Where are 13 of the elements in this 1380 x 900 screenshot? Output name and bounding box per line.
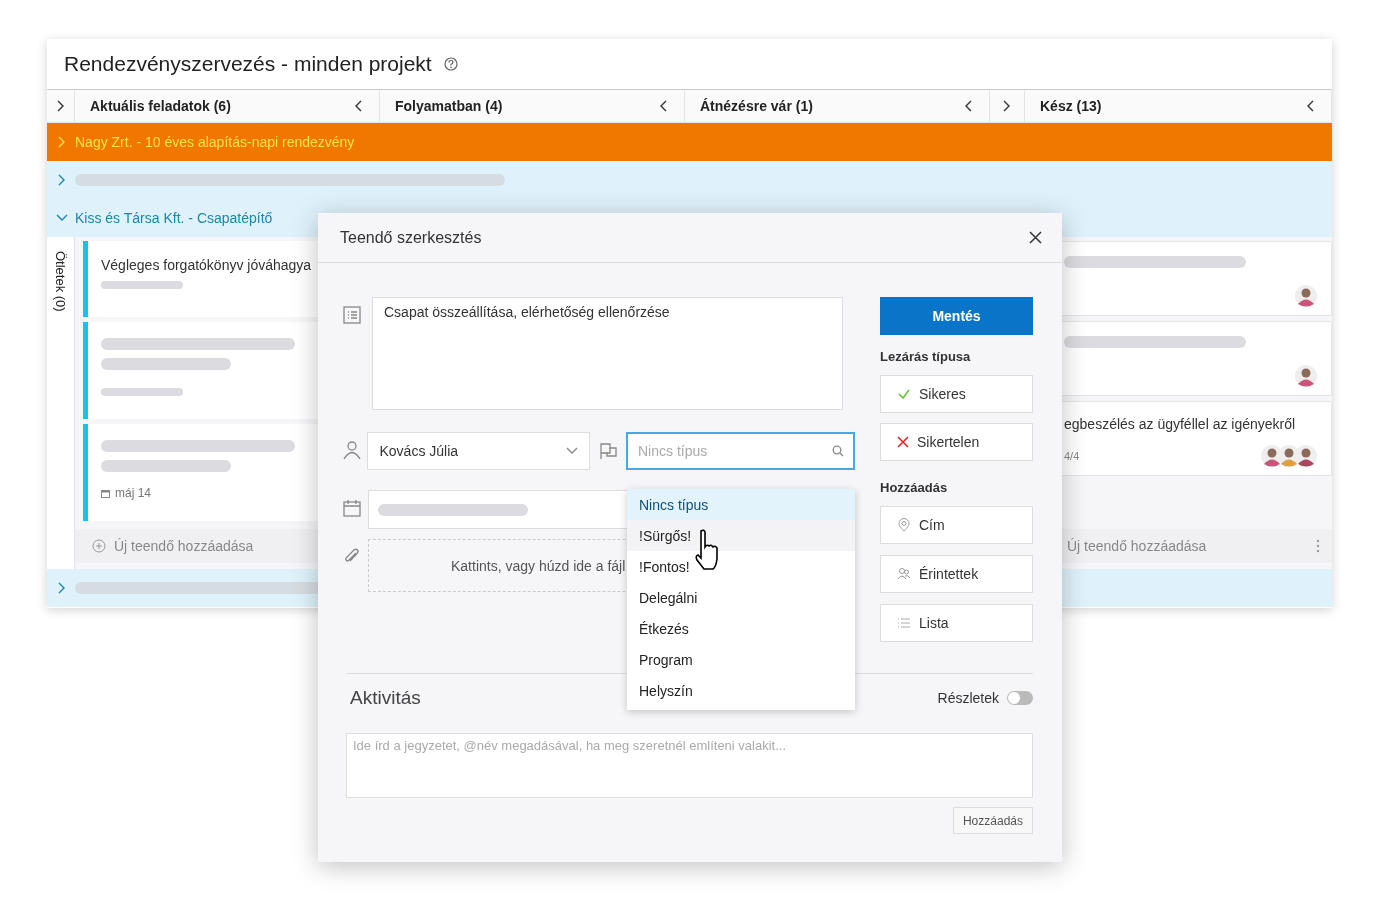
page-title: Rendezvényszervezés - minden projekt: [64, 52, 432, 76]
column-title: Átnézésre vár (1): [700, 98, 813, 114]
column-title: Kész (13): [1040, 98, 1102, 114]
task-title: egbeszélés az ügyféllel az igényekről: [1064, 416, 1297, 432]
section-label: Hozzáadás: [880, 480, 949, 495]
due-date: máj 14: [115, 486, 152, 500]
progress-count: 4/4: [1064, 450, 1080, 462]
column-title: Folyamatban (4): [395, 98, 503, 114]
toggle-label: Részletek: [937, 690, 999, 706]
column-title: Aktuális feladatok (6): [90, 98, 231, 114]
task-title: Végleges forgatókönyv jóváhagya: [101, 257, 313, 273]
section-label: Lezárás típusa: [880, 349, 972, 364]
section-heading: Aktivitás: [350, 687, 421, 709]
